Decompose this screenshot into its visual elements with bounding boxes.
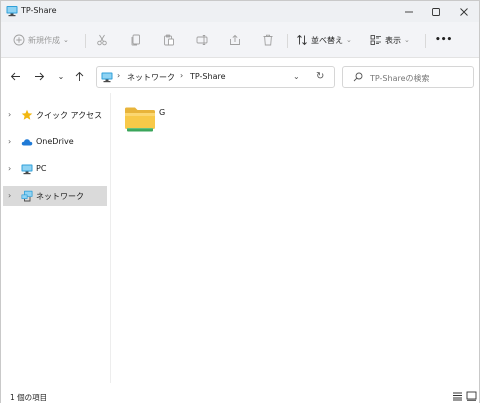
back-button[interactable] [8,69,22,83]
chevron-down-icon: ⌄ [346,36,352,44]
breadcrumb-current[interactable]: TP-Share [190,72,226,81]
item-count: 1 個の項目 [10,393,48,402]
search-placeholder: TP-Shareの検索 [370,74,430,83]
sidebar-item-label: ネットワーク [36,192,84,201]
star-icon [21,109,33,120]
network-share-icon [101,72,113,83]
chevron-down-icon: ⌄ [404,36,410,44]
sidebar-item-onedrive[interactable]: › OneDrive [3,132,107,152]
breadcrumb-network[interactable]: ネットワーク [127,72,175,83]
network-icon [21,190,33,202]
sort-icon [297,34,307,46]
chevron-down-icon: ⌄ [63,36,69,44]
view-button-label: 表示 [385,35,401,45]
details-view-icon[interactable] [452,391,463,401]
file-list: G [112,93,479,383]
new-button-label: 新規作成 [28,35,60,45]
sort-button-label: 並べ替え [311,35,343,45]
breadcrumb-separator-icon: › [180,71,184,80]
maximize-icon [432,7,440,16]
network-share-icon [6,6,18,17]
paste-icon [164,34,174,46]
copy-button[interactable] [130,32,142,48]
folder-name: G [159,108,166,117]
up-button[interactable] [72,69,86,83]
recent-locations-button[interactable]: ⌄ [54,69,68,83]
command-bar: 新規作成 ⌄ 並べ替え ⌄ 表示 ⌄ ••• [1,22,479,58]
delete-button[interactable] [262,32,274,48]
address-dropdown-icon[interactable]: ⌄ [293,72,300,81]
refresh-icon[interactable]: ↻ [316,71,324,82]
sidebar-item-label: PC [36,164,47,173]
chevron-right-icon[interactable]: › [8,137,11,146]
new-button[interactable]: 新規作成 ⌄ [13,32,69,48]
sort-button[interactable]: 並べ替え ⌄ [296,32,352,48]
window-title: TP-Share [21,6,57,15]
arrow-right-icon [34,72,44,80]
sidebar-item-label: クイック アクセス [36,111,103,120]
rename-icon [196,35,208,45]
view-button[interactable]: 表示 ⌄ [370,32,410,48]
sidebar-item-network[interactable]: › ネットワーク [3,186,107,206]
trash-icon [263,34,273,46]
scissors-icon [97,34,107,46]
arrow-up-icon [75,71,83,81]
share-icon [230,34,240,45]
maximize-button[interactable] [422,1,450,22]
sidebar-item-quick-access[interactable]: › クイック アクセス [3,105,107,125]
shared-folder-icon [125,107,155,132]
explorer-window: TP-Share 新規作成 ⌄ 並べ替え ⌄ 表示 ⌄ ••• ⌄ › ネットワ… [0,0,480,403]
search-box[interactable]: TP-Shareの検索 [342,66,474,88]
search-icon [353,72,363,82]
chevron-right-icon[interactable]: › [8,110,11,119]
more-icon: ••• [435,35,453,45]
sidebar-item-label: OneDrive [36,137,74,146]
large-icons-view-icon[interactable] [466,391,477,401]
status-bar: 1 個の項目 [1,386,479,403]
navigation-pane: › クイック アクセス › OneDrive › PC › ネットワーク [1,93,111,383]
breadcrumb-separator-icon: › [117,71,121,80]
plus-circle-icon [13,34,25,46]
toolbar-divider [85,34,86,48]
arrow-left-icon [10,72,20,80]
chevron-right-icon[interactable]: › [8,191,11,200]
view-list-icon [370,35,381,45]
toolbar-divider [287,34,288,48]
more-options-button[interactable]: ••• [435,32,452,48]
cut-button[interactable] [96,32,108,48]
close-button[interactable] [450,1,478,22]
list-item[interactable]: G [122,101,182,151]
title-bar: TP-Share [1,1,479,22]
minimize-icon [405,11,413,12]
sidebar-item-pc[interactable]: › PC [3,159,107,179]
address-bar[interactable]: › ネットワーク › TP-Share ⌄ ↻ [96,66,335,88]
forward-button[interactable] [32,69,46,83]
address-row: ⌄ › ネットワーク › TP-Share ⌄ ↻ TP-Shareの検索 [1,59,479,93]
chevron-down-icon: ⌄ [57,71,65,81]
pc-icon [21,164,33,175]
minimize-button[interactable] [395,1,423,22]
share-button[interactable] [229,32,241,48]
paste-button[interactable] [163,32,175,48]
chevron-right-icon[interactable]: › [8,164,11,173]
close-icon [460,7,468,16]
toolbar-divider [425,34,426,48]
copy-icon [131,34,140,46]
rename-button[interactable] [196,32,208,48]
cloud-icon [21,139,33,146]
